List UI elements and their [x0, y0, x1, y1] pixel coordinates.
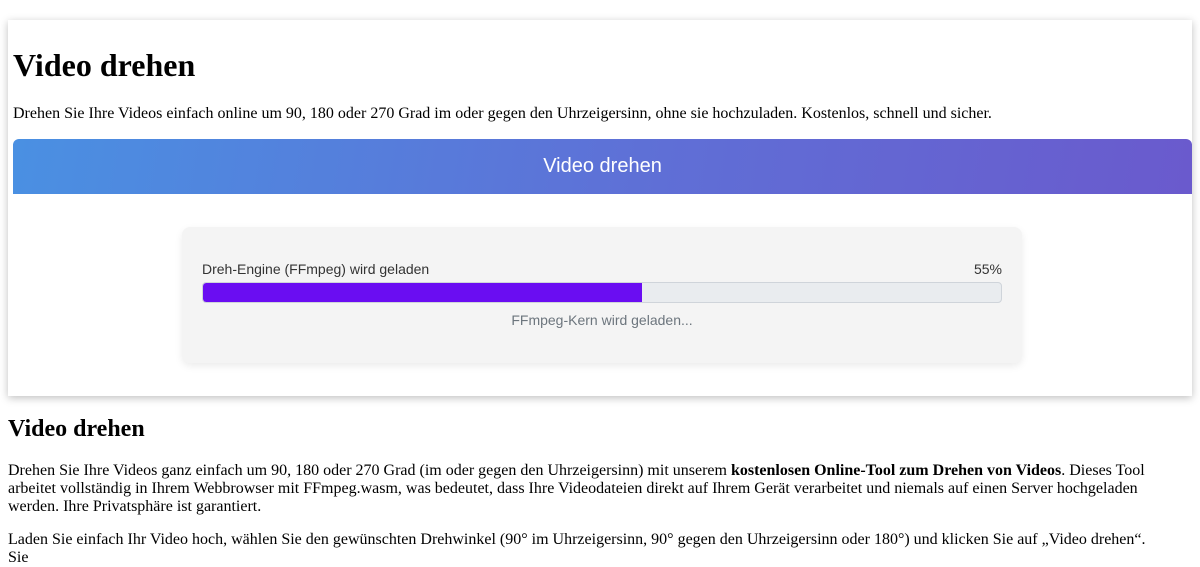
tool-card: Video drehen Drehen Sie Ihre Videos einf…: [8, 20, 1192, 396]
intro-text: Drehen Sie Ihre Videos einfach online um…: [13, 105, 992, 122]
loading-row: Dreh-Engine (FFmpeg) wird geladen 55%: [202, 261, 1002, 277]
page-title: Video drehen: [13, 47, 196, 83]
article-paragraph-1: Drehen Sie Ihre Videos ganz einfach um 9…: [8, 462, 1168, 516]
article-p1-bold: kostenlosen Online-Tool zum Drehen von V…: [730, 462, 1062, 479]
tool-banner: Video drehen: [13, 139, 1192, 194]
loading-percent: 55%: [973, 261, 1002, 277]
loading-label: Dreh-Engine (FFmpeg) wird geladen: [202, 261, 430, 277]
loading-status: FFmpeg-Kern wird geladen...: [511, 312, 693, 328]
article-paragraph-2: Laden Sie einfach Ihr Video hoch, wählen…: [8, 531, 1146, 566]
article-heading: Video drehen: [8, 416, 145, 442]
article-p1-start: Drehen Sie Ihre Videos ganz einfach um 9…: [8, 462, 731, 479]
progress-fill: [203, 283, 642, 302]
loading-panel: Dreh-Engine (FFmpeg) wird geladen 55% FF…: [182, 227, 1022, 363]
progress-track: [202, 282, 1002, 303]
